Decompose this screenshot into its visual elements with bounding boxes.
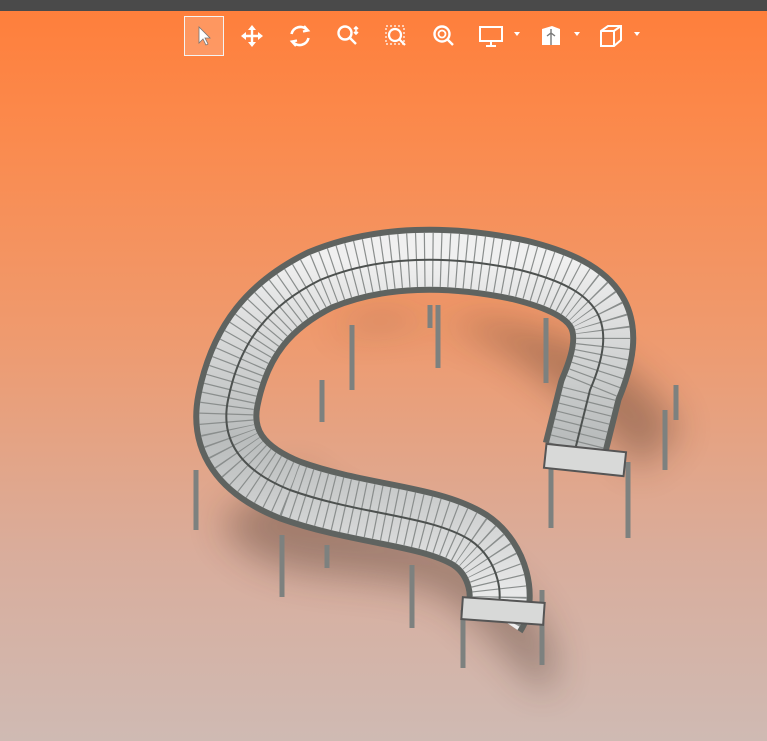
- conveyor-end-left: [460, 596, 546, 626]
- conveyor-end-right: [542, 442, 628, 478]
- model-viewport[interactable]: [0, 0, 767, 741]
